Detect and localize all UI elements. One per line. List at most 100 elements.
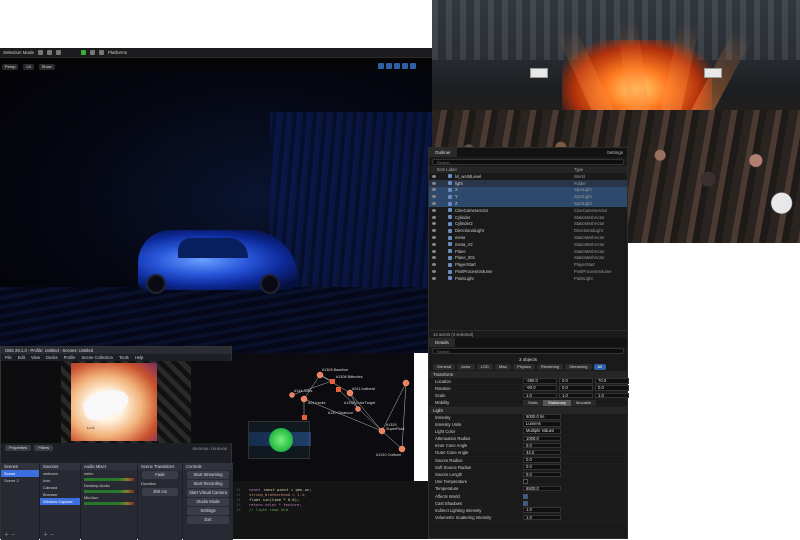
settings-button[interactable]: Settings (607, 150, 627, 155)
scale-x-field[interactable]: 1.0 (523, 392, 557, 399)
selection-mode-button[interactable]: Selection Mode (3, 50, 34, 55)
blueprint-icon[interactable] (47, 50, 53, 55)
list-item[interactable]: PointLight PointLight (429, 275, 627, 282)
filters-button[interactable]: Filters (34, 445, 54, 451)
location-x-field[interactable]: -390.0 (523, 378, 557, 384)
stop-icon[interactable] (99, 50, 105, 55)
menu-edit[interactable]: Edit (18, 354, 25, 361)
exit-button[interactable]: Exit (187, 516, 229, 524)
source-item[interactable]: icon (40, 477, 80, 484)
graph-node[interactable]: #24 tracks (308, 401, 326, 405)
col-type[interactable]: Type (574, 167, 583, 172)
list-item[interactable]: Cylinder StaticMeshActor (429, 214, 627, 221)
list-item[interactable]: X SpotLight (429, 186, 627, 194)
inner-cone-field[interactable]: 0.0 (523, 442, 561, 449)
mobility-static[interactable]: Static (523, 399, 544, 406)
source-item[interactable]: Browser (40, 491, 80, 498)
outliner-search-input[interactable]: Search (432, 158, 624, 165)
settings-button[interactable]: Settings (187, 507, 229, 515)
rotation-z-field[interactable]: 0.0 (595, 385, 629, 391)
lit-button[interactable]: Lit (23, 63, 34, 70)
play-icon[interactable] (81, 50, 87, 55)
rotation-y-field[interactable]: 0.0 (559, 385, 593, 391)
list-item[interactable]: Plane StaticMeshActor (429, 248, 627, 255)
graph-node[interactable]: #1309 Baseline (322, 368, 348, 372)
filter-all[interactable]: All (593, 363, 606, 370)
add-scene-button[interactable]: ＋ － (4, 531, 15, 538)
intensity-units-select[interactable]: Lumens (523, 421, 561, 427)
cast-shadows-checkbox[interactable] (523, 500, 528, 506)
outer-cone-field[interactable]: 44.0 (523, 449, 561, 456)
list-item[interactable]: PostProcessVolume PostProcessVolume (429, 268, 627, 275)
graph-node[interactable]: #1329 SuperFluid (386, 423, 414, 431)
volumetric-scattering-field[interactable]: 1.0 (523, 514, 561, 521)
scale-icon[interactable] (394, 63, 400, 69)
filter-streaming[interactable]: Streaming (565, 363, 592, 370)
scale-y-field[interactable]: 1.0 (559, 392, 593, 399)
use-temperature-checkbox[interactable] (523, 479, 528, 485)
move-icon[interactable] (378, 63, 384, 69)
section-transform[interactable]: Transform (429, 370, 627, 378)
rotation-x-field[interactable]: -90.0 (523, 385, 557, 391)
indirect-lighting-field[interactable]: 1.0 (523, 507, 561, 513)
graph-node[interactable]: #144 Cutfs (294, 389, 312, 393)
list-item[interactable]: mesa_V2 StaticMeshActor (429, 241, 627, 248)
graph-node[interactable]: #1308 Bitbrotes (336, 375, 363, 379)
graph-node[interactable]: #130 Cleanout (328, 411, 353, 415)
graph-node[interactable]: #241 lostbeat (352, 387, 375, 391)
list-item[interactable]: mesa StaticMeshActor (429, 234, 627, 241)
mobility-movable[interactable]: Movable (571, 399, 597, 406)
list-item[interactable]: PlayerStart PlayerStart (429, 261, 627, 268)
rotate-icon[interactable] (386, 63, 392, 69)
list-item[interactable]: light Folder (429, 179, 627, 187)
filter-rendering[interactable]: Rendering (536, 363, 564, 370)
grid-snap-icon[interactable] (402, 63, 408, 69)
list-item[interactable]: lvl_worldLevel World (429, 173, 627, 180)
list-item[interactable]: CineCameraActor CineCameraActor (429, 207, 627, 214)
obs-preview[interactable]: Lu k (1, 361, 233, 443)
list-item[interactable]: Plane_001 StaticMeshActor (429, 255, 627, 262)
show-button[interactable]: Show (38, 63, 55, 70)
graph-node[interactable]: #1335 ColorTarget (344, 401, 375, 405)
list-item[interactable]: DirectionalLight DirectionalLight (429, 227, 627, 234)
section-light[interactable]: Light (429, 406, 627, 414)
platforms-button[interactable]: Platforms (108, 50, 127, 55)
details-search-input[interactable]: Search (432, 348, 624, 355)
menu-profile[interactable]: Profile (64, 354, 76, 361)
start-recording-button[interactable]: Start Recording (187, 480, 229, 488)
car-model[interactable] (138, 230, 298, 294)
filter-actor[interactable]: Actor (457, 363, 475, 370)
affects-world-checkbox[interactable] (523, 493, 528, 499)
intensity-field[interactable]: 5000.0 lm (523, 414, 561, 420)
code-editor[interactable]: 12 const const point = gen.uv; 13 string_br… (232, 481, 428, 539)
volume-meter[interactable] (84, 478, 134, 481)
location-y-field[interactable]: 0.0 (559, 378, 593, 384)
tab-details[interactable]: Details (429, 337, 455, 347)
volume-meter[interactable] (84, 490, 134, 493)
source-item[interactable]: Cámara (40, 484, 80, 491)
list-item[interactable]: Cylinder2 StaticMeshActor (429, 221, 627, 228)
add-source-button[interactable]: ＋ － (43, 531, 54, 538)
light-color-picker[interactable]: Multiple Values (523, 428, 561, 434)
filter-physics[interactable]: Physics (513, 363, 535, 370)
menu-tools[interactable]: Tools (119, 354, 129, 361)
soft-source-radius-field[interactable]: 0.0 (523, 464, 561, 470)
source-length-field[interactable]: 0.0 (523, 471, 561, 477)
list-item[interactable]: Y SpotLight (429, 193, 627, 201)
transition-select[interactable]: Fade (142, 471, 178, 479)
properties-button[interactable]: Properties (5, 445, 32, 451)
filter-lod[interactable]: LOD (476, 363, 493, 370)
col-item-label[interactable]: Item Label (437, 167, 457, 172)
tab-outliner[interactable]: Outliner (429, 148, 457, 157)
location-z-field[interactable]: 70.0 (595, 378, 629, 384)
source-item[interactable]: webcam (40, 470, 80, 477)
duration-field[interactable]: 300 ms (142, 488, 178, 496)
source-radius-field[interactable]: 0.0 (523, 457, 561, 463)
filter-general[interactable]: General (433, 363, 456, 370)
menu-file[interactable]: File (5, 354, 12, 361)
start-virtual-camera-button[interactable]: Start Virtual Camera (187, 489, 229, 497)
menu-scene-collection[interactable]: Scene Collection (82, 354, 113, 361)
camera-speed-icon[interactable] (410, 63, 416, 69)
studio-mode-button[interactable]: Studio Mode (187, 498, 229, 506)
scene-item[interactable]: Scene (1, 470, 39, 477)
